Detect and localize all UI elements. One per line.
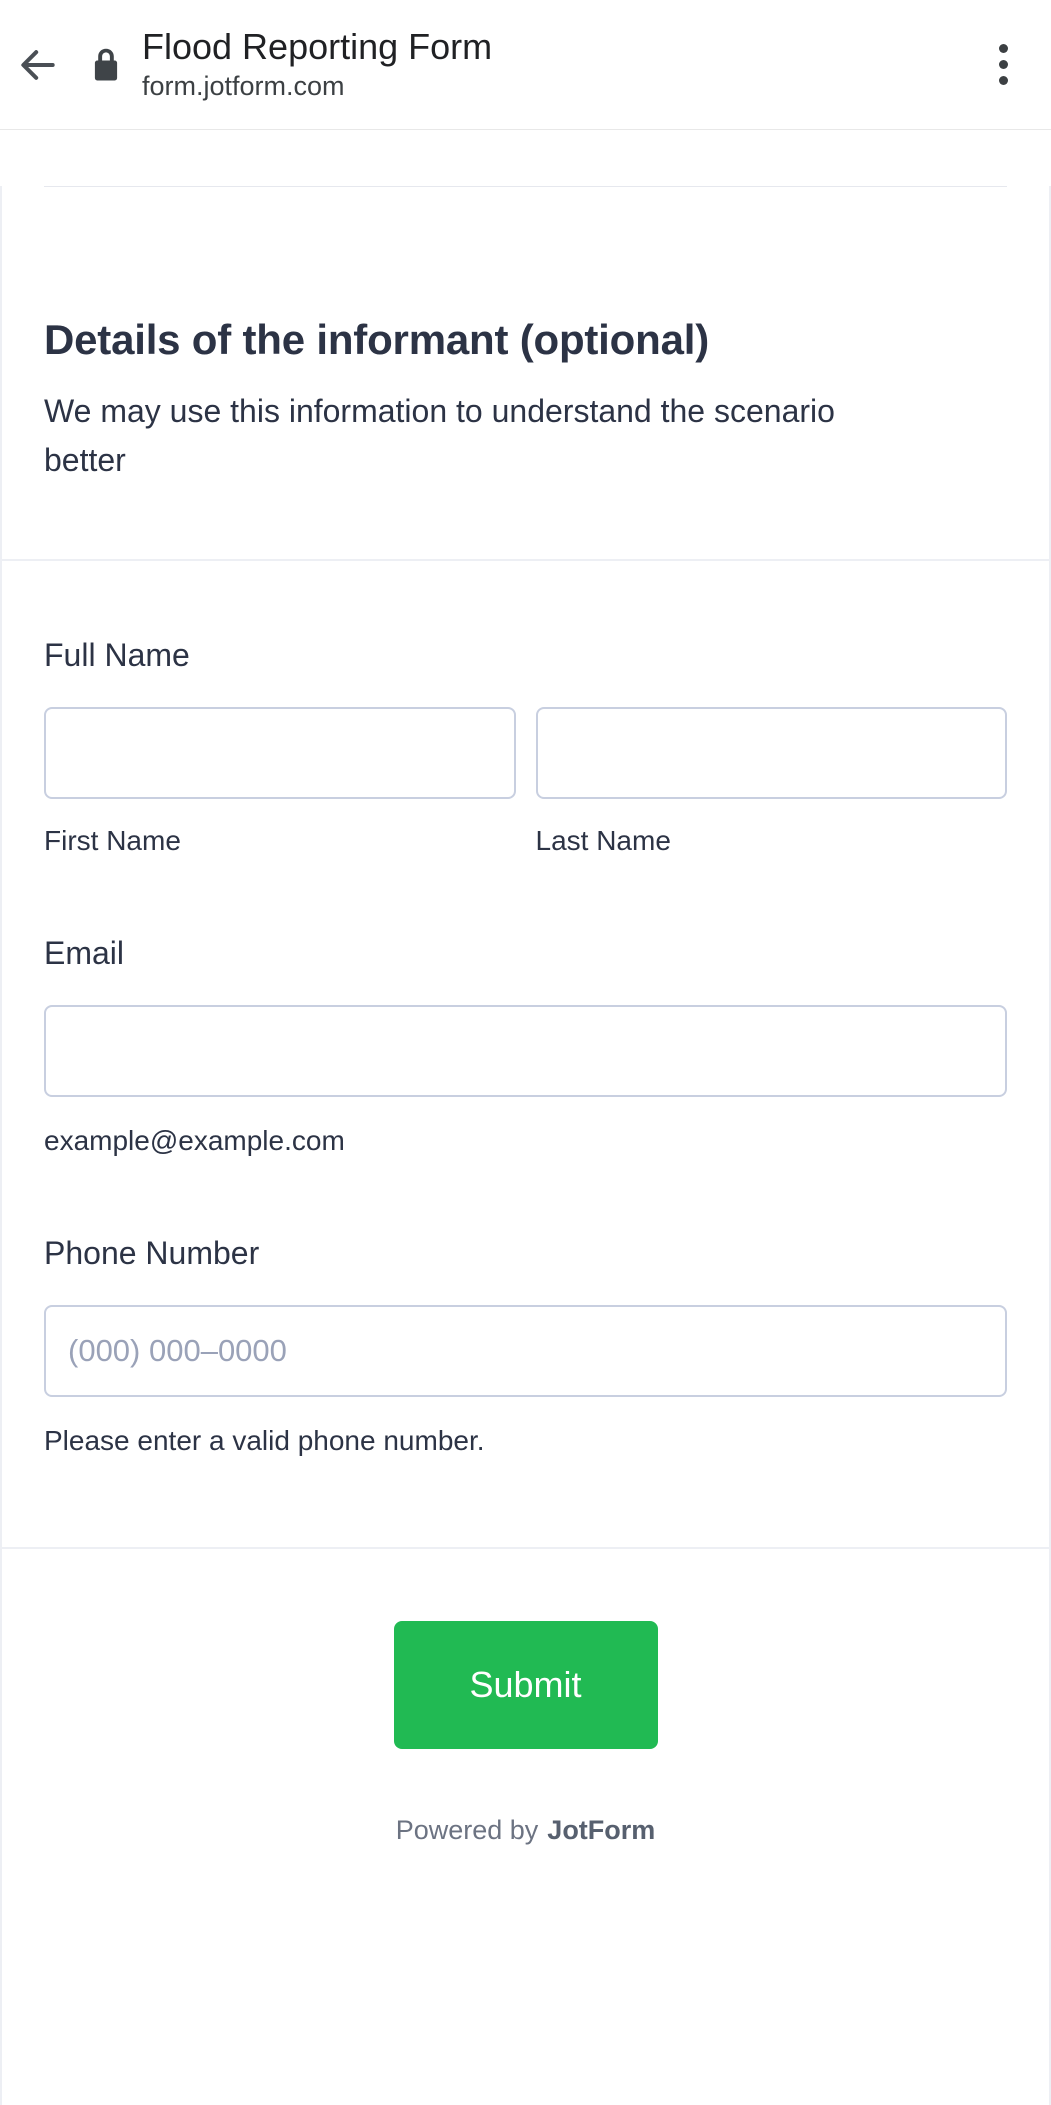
lock-icon — [91, 47, 121, 83]
back-arrow-icon — [16, 43, 60, 87]
first-name-column: First Name — [44, 707, 516, 859]
form-heading: Details of the informant (optional) — [44, 316, 709, 363]
powered-by-text: Powered by — [395, 1815, 539, 1845]
submit-button[interactable]: Submit — [393, 1621, 658, 1749]
form-header-section: Details of the informant (optional) We m… — [2, 187, 1049, 559]
page-url: form.jotform.com — [142, 70, 345, 101]
overflow-menu-button[interactable] — [963, 25, 1043, 105]
submit-section: Submit Powered by JotForm — [2, 1549, 1049, 1847]
phone-inputs-row — [44, 1305, 1007, 1397]
phone-column — [44, 1305, 1007, 1397]
field-email: Email example@example.com — [2, 859, 1049, 1159]
first-name-sub-label: First Name — [44, 825, 181, 856]
powered-by-footer: Powered by JotForm — [396, 1813, 656, 1847]
site-security-button[interactable] — [86, 43, 126, 87]
email-label: Email — [44, 935, 125, 971]
field-phone: Phone Number Please enter a valid phone … — [2, 1159, 1049, 1547]
email-inputs-row — [44, 1005, 1007, 1097]
first-name-input[interactable] — [44, 707, 516, 799]
full-name-inputs-row: First Name Last Name — [44, 707, 1007, 859]
phone-label: Phone Number — [44, 1235, 260, 1271]
jotform-brand-link[interactable]: JotForm — [547, 1813, 655, 1847]
overflow-menu-icon-dot — [998, 44, 1008, 53]
form-subheading: We may use this information to understan… — [44, 393, 835, 478]
page-title: Flood Reporting Form — [142, 25, 493, 67]
browser-toolbar: Flood Reporting Form form.jotform.com — [0, 0, 1051, 130]
back-button[interactable] — [6, 33, 70, 97]
phone-input[interactable] — [44, 1305, 1007, 1397]
last-name-input[interactable] — [535, 707, 1007, 799]
overflow-menu-icon-dot — [998, 76, 1008, 85]
email-column — [44, 1005, 1007, 1097]
last-name-sub-label: Last Name — [535, 825, 671, 856]
omnibox[interactable]: Flood Reporting Form form.jotform.com — [142, 25, 963, 105]
field-full-name: Full Name First Name Last Name — [2, 561, 1049, 859]
last-name-column: Last Name — [535, 707, 1007, 859]
jotform-form: Details of the informant (optional) We m… — [0, 186, 1051, 2105]
email-input[interactable] — [44, 1005, 1007, 1097]
page-viewport[interactable]: Details of the informant (optional) We m… — [0, 130, 1051, 2105]
email-hint: example@example.com — [44, 1125, 345, 1156]
overflow-menu-icon-dot — [998, 60, 1008, 69]
full-name-label: Full Name — [44, 637, 190, 673]
phone-hint: Please enter a valid phone number. — [44, 1425, 485, 1456]
